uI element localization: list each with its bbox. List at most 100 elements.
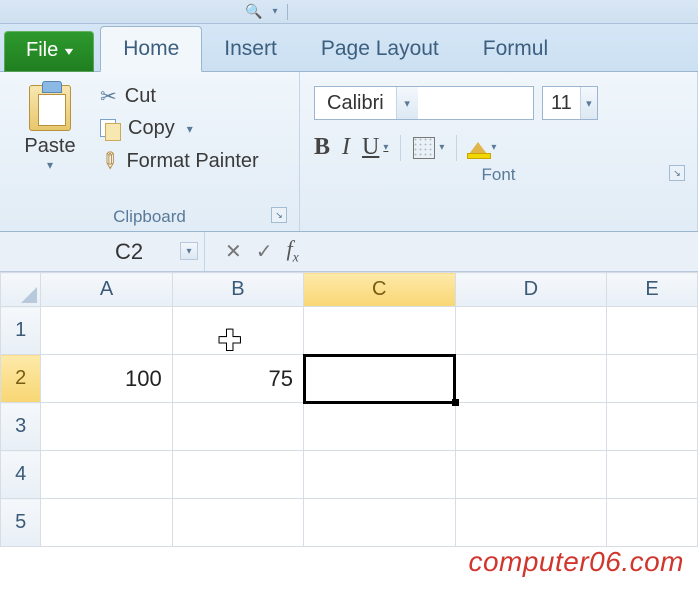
font-name-value: Calibri: [315, 92, 396, 115]
col-header-D[interactable]: D: [455, 273, 607, 307]
qat-dropdown-icon[interactable]: ▾: [272, 6, 277, 17]
chevron-down-icon[interactable]: ▾: [383, 142, 388, 153]
format-painter-label: Format Painter: [126, 150, 258, 173]
col-header-E[interactable]: E: [607, 273, 698, 307]
row-header-4[interactable]: 4: [1, 451, 41, 499]
chevron-down-icon[interactable]: ▾: [491, 142, 496, 153]
cell-C1[interactable]: [304, 307, 456, 355]
cell-B3[interactable]: [172, 403, 303, 451]
cell-A1[interactable]: [41, 307, 172, 355]
cell-B5[interactable]: [172, 499, 303, 547]
font-name-combo[interactable]: Calibri ▾: [314, 86, 534, 120]
cell-B2[interactable]: 75: [172, 355, 303, 403]
fill-color-button[interactable]: ▾: [469, 142, 496, 154]
italic-button[interactable]: I: [342, 134, 350, 161]
font-size-value: 11: [543, 92, 580, 115]
tab-label: Page Layout: [321, 37, 439, 60]
cut-button[interactable]: Cut: [100, 84, 259, 109]
cell-E5[interactable]: [607, 499, 698, 547]
cell-D4[interactable]: [455, 451, 607, 499]
col-header-B[interactable]: B: [172, 273, 303, 307]
chevron-down-icon[interactable]: ▾: [439, 142, 444, 153]
magnifier-icon[interactable]: 🔍: [245, 3, 262, 20]
cell-A5[interactable]: [41, 499, 172, 547]
cell-C2[interactable]: [304, 355, 456, 403]
row-header-1[interactable]: 1: [1, 307, 41, 355]
cancel-formula-icon[interactable]: ✕: [225, 239, 242, 264]
tab-label: Insert: [224, 37, 277, 60]
copy-button[interactable]: Copy ▾: [100, 117, 259, 140]
watermark: computer06.com: [468, 546, 684, 578]
cell-E3[interactable]: [607, 403, 698, 451]
row-header-5[interactable]: 5: [1, 499, 41, 547]
separator: [400, 135, 401, 161]
row-header-2[interactable]: 2: [1, 355, 41, 403]
row-5: 5: [1, 499, 698, 547]
cell-B1[interactable]: [172, 307, 303, 355]
chevron-down-icon[interactable]: ▾: [47, 158, 53, 172]
bucket-icon: [469, 142, 487, 154]
chevron-down-icon[interactable]: ▾: [180, 242, 198, 260]
cell-A4[interactable]: [41, 451, 172, 499]
column-headers: A B C D E: [1, 273, 698, 307]
tab-label: Home: [123, 37, 179, 60]
worksheet-grid[interactable]: A B C D E 1 2 100 75 3 4: [0, 272, 698, 547]
col-header-A[interactable]: A: [41, 273, 172, 307]
copy-label: Copy: [128, 117, 175, 140]
dialog-launcher-icon[interactable]: ↘: [271, 207, 287, 223]
paste-button[interactable]: Paste ▾: [10, 78, 90, 203]
cell-B4[interactable]: [172, 451, 303, 499]
name-box-value: C2: [115, 239, 143, 265]
file-tab[interactable]: File ▾: [4, 31, 94, 72]
quick-access-toolbar: 🔍 ▾: [0, 0, 698, 24]
cell-C5[interactable]: [304, 499, 456, 547]
cell-D3[interactable]: [455, 403, 607, 451]
underline-label: U: [362, 134, 379, 161]
group-font: Calibri ▾ 11 ▾ B I U ▾ ▾ ▾: [300, 72, 698, 231]
cell-D1[interactable]: [455, 307, 607, 355]
cell-E2[interactable]: [607, 355, 698, 403]
cell-C4[interactable]: [304, 451, 456, 499]
tab-insert[interactable]: Insert: [202, 27, 299, 71]
select-all-corner[interactable]: [1, 273, 41, 307]
chevron-down-icon[interactable]: ▾: [396, 87, 418, 119]
font-size-combo[interactable]: 11 ▾: [542, 86, 598, 120]
qat-separator: [287, 4, 288, 20]
chevron-down-icon[interactable]: ▾: [580, 87, 597, 119]
enter-formula-icon[interactable]: ✓: [256, 239, 273, 264]
ribbon: Paste ▾ Cut Copy ▾ Format Painter: [0, 72, 698, 232]
group-label-clipboard: Clipboard ↘: [10, 203, 289, 227]
tab-formulas[interactable]: Formul: [461, 27, 570, 71]
bold-button[interactable]: B: [314, 134, 330, 161]
row-1: 1: [1, 307, 698, 355]
row-3: 3: [1, 403, 698, 451]
fx-button[interactable]: fx: [287, 236, 299, 266]
cut-label: Cut: [125, 85, 156, 108]
col-header-C[interactable]: C: [304, 273, 456, 307]
group-clipboard: Paste ▾ Cut Copy ▾ Format Painter: [0, 72, 300, 231]
cell-A3[interactable]: [41, 403, 172, 451]
borders-button[interactable]: ▾: [413, 137, 444, 159]
file-tab-label: File: [26, 39, 58, 62]
tab-page-layout[interactable]: Page Layout: [299, 27, 461, 71]
tab-label: Formul: [483, 37, 548, 60]
cell-C3[interactable]: [304, 403, 456, 451]
chevron-down-icon[interactable]: ▾: [183, 122, 193, 136]
cell-D5[interactable]: [455, 499, 607, 547]
cell-A2[interactable]: 100: [41, 355, 172, 403]
name-box[interactable]: C2 ▾: [0, 232, 205, 271]
cell-E4[interactable]: [607, 451, 698, 499]
scissors-icon: [100, 84, 117, 109]
cell-E1[interactable]: [607, 307, 698, 355]
brush-icon: [100, 148, 118, 174]
format-painter-button[interactable]: Format Painter: [100, 148, 259, 174]
row-header-3[interactable]: 3: [1, 403, 41, 451]
dialog-launcher-icon[interactable]: ↘: [669, 165, 685, 181]
cell-D2[interactable]: [455, 355, 607, 403]
underline-button[interactable]: U ▾: [362, 134, 388, 161]
row-2: 2 100 75: [1, 355, 698, 403]
tab-home[interactable]: Home: [100, 26, 202, 72]
copy-icon: [100, 119, 120, 139]
formula-bar: C2 ▾ ✕ ✓ fx: [0, 232, 698, 272]
group-label-font: Font ↘: [310, 161, 687, 185]
